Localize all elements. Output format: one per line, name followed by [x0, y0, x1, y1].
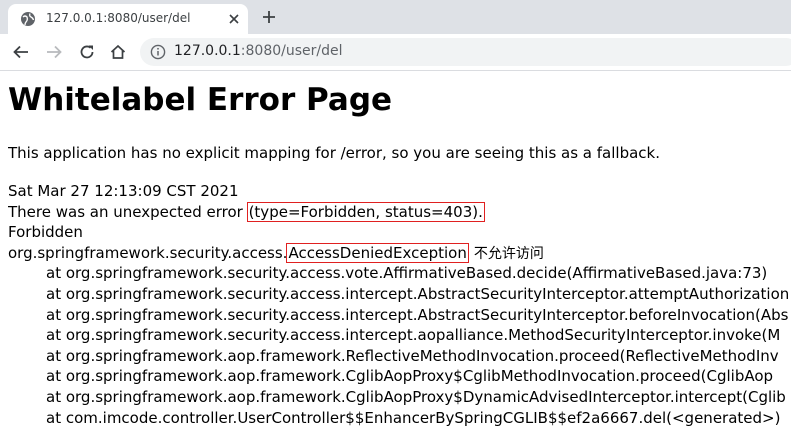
error-type-status-highlight: (type=Forbidden, status=403). [246, 201, 485, 222]
globe-icon [21, 12, 35, 26]
error-line: There was an unexpected error (type=Forb… [8, 201, 789, 223]
url-path: :8080/user/del [240, 43, 343, 59]
url-text[interactable]: 127.0.0.1:8080/user/del [174, 43, 343, 59]
browser-toolbar: 127.0.0.1:8080/user/del [0, 34, 791, 71]
error-prefix: There was an unexpected error [8, 202, 248, 221]
stack-trace-line: at org.springframework.security.access.i… [46, 326, 781, 345]
close-icon[interactable] [226, 11, 242, 27]
stack-trace-line: at org.springframework.security.access.v… [46, 264, 768, 283]
stack-trace-line: at org.springframework.aop.framework.Ref… [46, 346, 779, 365]
new-tab-icon[interactable] [260, 8, 278, 26]
timestamp: Sat Mar 27 12:13:09 CST 2021 [8, 182, 239, 200]
forward-arrow-icon[interactable] [45, 43, 63, 61]
exception-line: org.springframework.security.access.Acce… [8, 242, 789, 264]
url-host: 127.0.0.1 [174, 43, 241, 59]
tab-title: 127.0.0.1:8080/user/del [46, 11, 191, 25]
page-content: Whitelabel Error Page This application h… [8, 70, 791, 435]
stack-trace-line: at com.imcode.controller.UserController$… [46, 408, 781, 427]
stack-trace-line: at org.springframework.aop.framework.Cgl… [46, 367, 774, 386]
status-text: Forbidden [8, 223, 83, 242]
reload-icon[interactable] [78, 43, 96, 61]
browser-tabstrip: 127.0.0.1:8080/user/del [0, 0, 791, 34]
back-arrow-icon[interactable] [12, 43, 30, 61]
stack-trace-line: at org.springframework.security.access.i… [46, 284, 790, 303]
stack-trace-line: at org.springframework.aop.framework.Cgl… [46, 387, 786, 406]
stack-trace-line: at org.springframework.security.access.i… [46, 305, 789, 324]
browser-tab[interactable]: 127.0.0.1:8080/user/del [8, 4, 248, 34]
exception-class-highlight: AccessDeniedException [286, 242, 469, 263]
info-icon[interactable] [150, 44, 166, 60]
exception-package: org.springframework.security.access. [8, 243, 288, 262]
page-title: Whitelabel Error Page [8, 82, 393, 118]
address-bar[interactable]: 127.0.0.1:8080/user/del [140, 38, 791, 66]
explanation-text: This application has no explicit mapping… [8, 144, 660, 162]
home-icon[interactable] [109, 43, 127, 61]
error-details: Sat Mar 27 12:13:09 CST 2021 There was a… [8, 181, 789, 428]
exception-message: 不允许访问 [473, 245, 544, 262]
